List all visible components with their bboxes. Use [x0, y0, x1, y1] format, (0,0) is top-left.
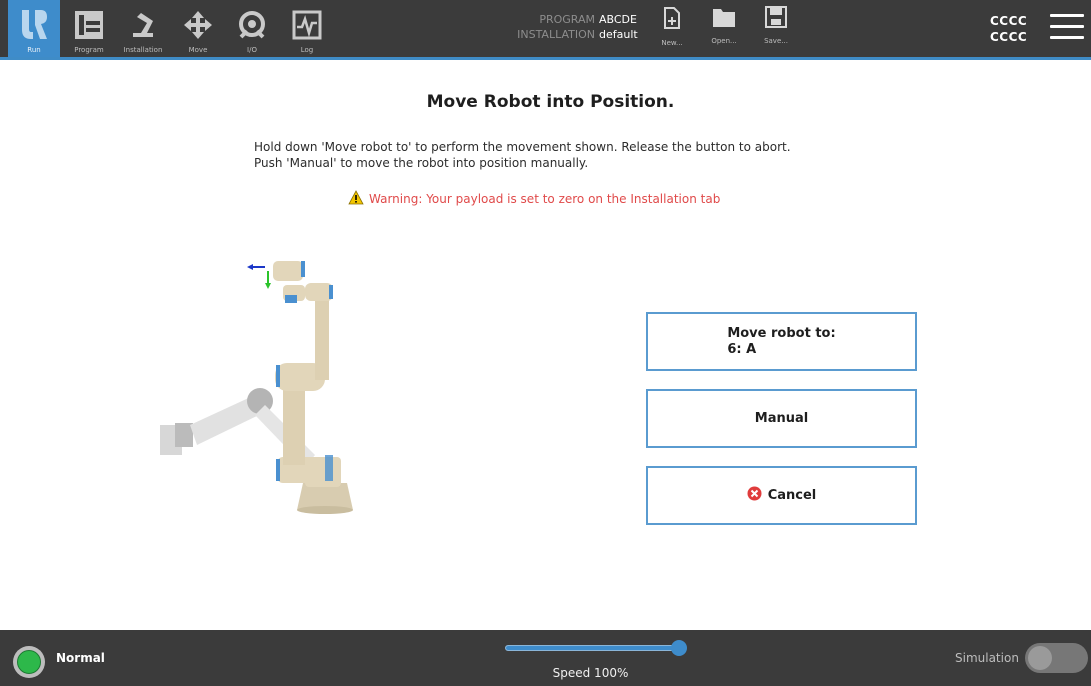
nav-io-label: I/O: [247, 46, 257, 54]
warning-triangle-icon: [348, 190, 369, 208]
program-info: PROGRAM ABCDE INSTALLATION default: [500, 12, 638, 42]
nav-run-label: Run: [27, 46, 41, 54]
instructions: Hold down 'Move robot to' to perform the…: [254, 139, 791, 171]
speed-label: Speed 100%: [552, 666, 629, 680]
nav-log-label: Log: [300, 46, 314, 54]
top-right-info: CCCC CCCC: [990, 13, 1027, 45]
ur-logo-icon: [19, 8, 49, 42]
robot-status: Normal: [56, 651, 105, 665]
nav-run[interactable]: Run: [8, 0, 60, 57]
move-button-line1: Move robot to:: [727, 325, 836, 341]
installation-icon: [127, 8, 159, 42]
nav-move[interactable]: Move: [176, 0, 220, 57]
warning-text: Warning: Your payload is set to zero on …: [369, 192, 721, 206]
nav-installation-label: Installation: [123, 46, 163, 54]
move-button-line2: 6: A: [727, 341, 757, 357]
save-icon: [765, 6, 787, 32]
cancel-button[interactable]: Cancel: [646, 466, 917, 525]
program-icon: [73, 8, 105, 42]
save-button-label: Save...: [764, 37, 788, 45]
top-right-line2: CCCC: [990, 30, 1028, 44]
nav-program-label: Program: [74, 46, 104, 54]
move-arrows-icon: [182, 8, 214, 42]
new-file-icon: [663, 6, 681, 34]
instruction-line-1: Hold down 'Move robot to' to perform the…: [254, 140, 791, 154]
payload-warning: Warning: Your payload is set to zero on …: [348, 190, 720, 208]
program-name: ABCDE: [599, 13, 637, 26]
robot-illustration: [155, 245, 355, 520]
program-label: PROGRAM: [539, 13, 595, 26]
installation-label: INSTALLATION: [517, 28, 595, 41]
installation-name: default: [599, 28, 638, 41]
cancel-x-icon: [747, 486, 768, 505]
nav-log[interactable]: Log: [285, 0, 329, 57]
open-button[interactable]: Open...: [704, 6, 744, 45]
speed-slider[interactable]: [505, 645, 679, 651]
new-button-label: New...: [661, 39, 683, 47]
folder-icon: [712, 6, 736, 32]
hamburger-menu-icon[interactable]: [1050, 14, 1084, 42]
nav-io[interactable]: I/O: [230, 0, 274, 57]
page-title: Move Robot into Position.: [426, 92, 675, 112]
move-robot-to-button[interactable]: Move robot to: 6: A: [646, 312, 917, 371]
open-button-label: Open...: [711, 37, 737, 45]
manual-button[interactable]: Manual: [646, 389, 917, 448]
log-icon: [291, 8, 323, 42]
nav-move-label: Move: [188, 46, 208, 54]
nav-program[interactable]: Program: [66, 0, 112, 57]
io-icon: [235, 8, 269, 42]
cancel-button-label: Cancel: [767, 488, 817, 503]
simulation-toggle[interactable]: [1025, 643, 1088, 673]
save-button[interactable]: Save...: [756, 6, 796, 45]
nav-installation[interactable]: Installation: [116, 0, 170, 57]
top-bar: Run Program Installation Move I/O Log PR…: [0, 0, 1091, 60]
manual-button-label: Manual: [754, 411, 809, 426]
simulation-label: Simulation: [955, 651, 1019, 665]
instruction-line-2: Push 'Manual' to move the robot into pos…: [254, 156, 589, 170]
new-button[interactable]: New...: [652, 6, 692, 47]
bottom-bar: Normal Speed 100% Simulation: [0, 630, 1091, 686]
speed-slider-fill: [506, 646, 678, 650]
app-window: Run Program Installation Move I/O Log PR…: [0, 0, 1091, 686]
speed-slider-handle[interactable]: [671, 640, 687, 656]
top-right-line1: CCCC: [990, 14, 1028, 28]
